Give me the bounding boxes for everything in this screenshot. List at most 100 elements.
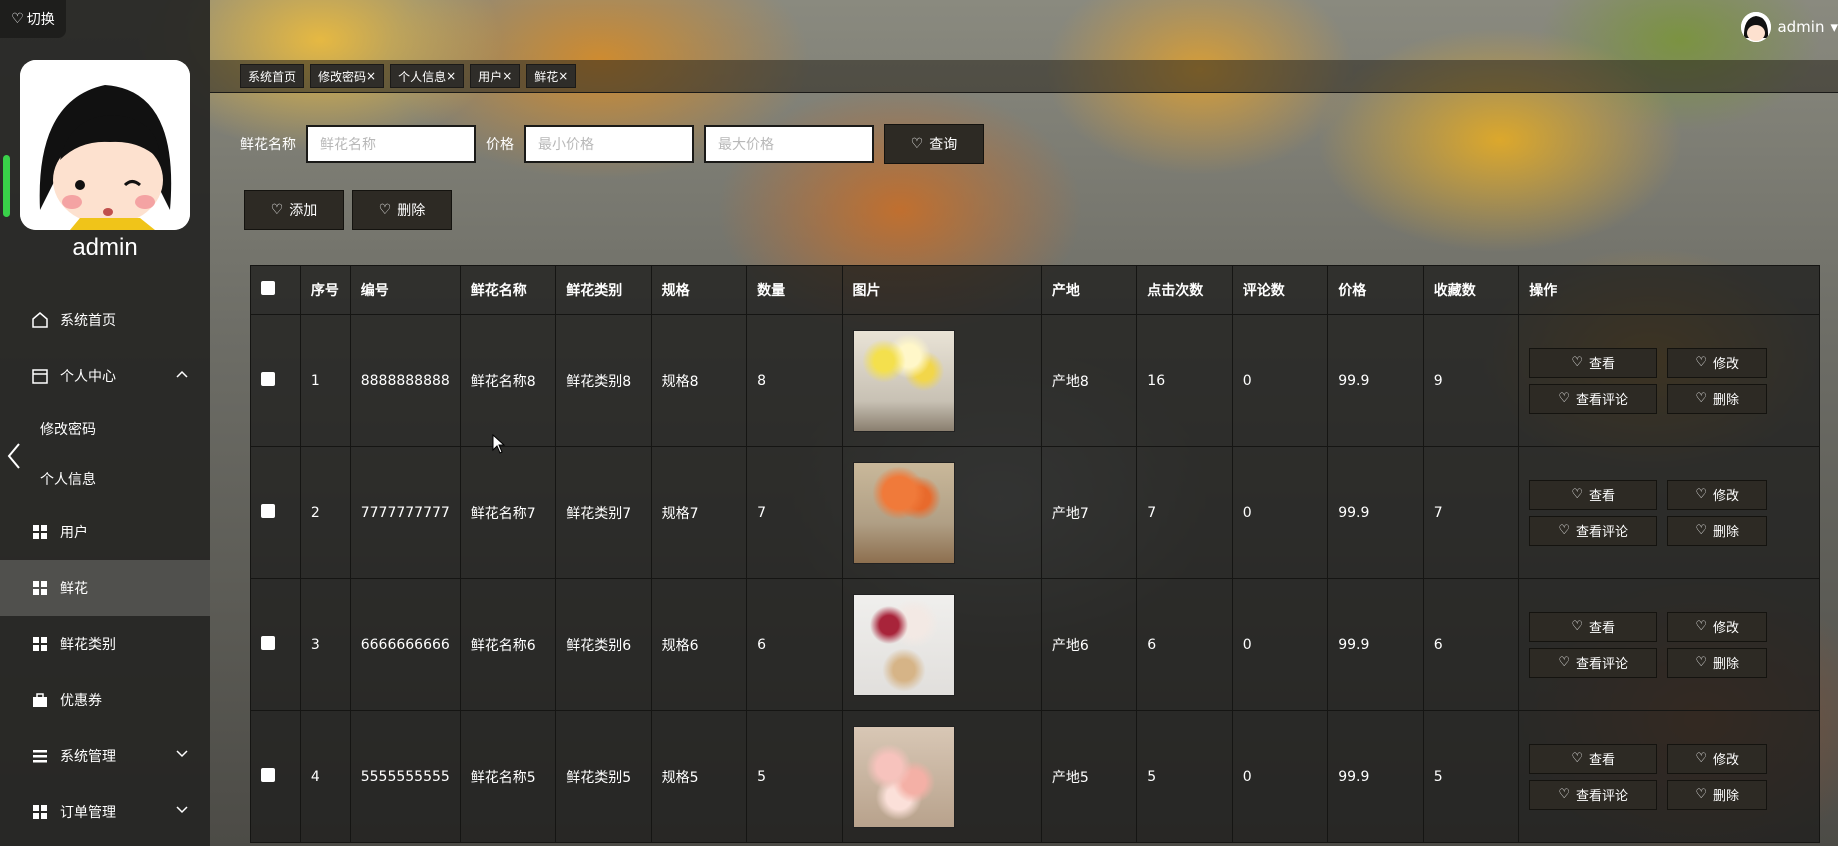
flower-image[interactable] (852, 329, 955, 432)
heart-icon: ♡ (1695, 487, 1708, 502)
sidebar-item-label: 个人中心 (60, 369, 116, 385)
chevron-down-icon (176, 746, 188, 762)
grid-icon (30, 578, 50, 598)
view-button[interactable]: ♡ 查看 (1529, 743, 1658, 774)
cell-actions: ♡ 查看 ♡ 修改 ♡ 查看评论 ♡ 删除 (1518, 446, 1820, 579)
cell-comments: 0 (1231, 446, 1329, 579)
heart-icon: ♡ (1571, 619, 1584, 634)
sidebar-item-label: 系统首页 (60, 313, 116, 329)
cell-name: 鲜花名称6 (459, 578, 557, 711)
select-all-cell[interactable] (250, 265, 301, 315)
sidebar-item-personal-center[interactable]: 个人中心 (0, 348, 210, 404)
view-comments-label: 查看评论 (1576, 393, 1629, 408)
sidebar-item-order-management[interactable]: 订单管理 (0, 784, 210, 840)
column-header: 收藏数 (1422, 265, 1520, 315)
chevron-down-icon (176, 802, 188, 818)
select-all-checkbox[interactable] (261, 281, 275, 295)
sidebar-item-system-management[interactable]: 系统管理 (0, 728, 210, 784)
briefcase-icon (30, 690, 50, 710)
view-button[interactable]: ♡ 查看 (1529, 347, 1658, 378)
search-bar: 鲜花名称 鲜花名称 价格 最小价格 最大价格 ♡ 查询 (240, 124, 984, 164)
view-comments-button[interactable]: ♡ 查看评论 (1529, 383, 1658, 414)
delete-label: 删除 (1713, 657, 1740, 672)
column-header: 鲜花类别 (555, 265, 652, 315)
close-icon[interactable]: × (558, 69, 568, 83)
user-name: admin (1777, 18, 1825, 36)
view-label: 查看 (1589, 621, 1616, 636)
column-header: 编号 (349, 265, 461, 315)
delete-button[interactable]: ♡ 删除 (352, 190, 452, 230)
tab-personal-info[interactable]: 个人信息 × (390, 64, 465, 88)
scroll-indicator[interactable] (3, 155, 10, 217)
sidebar-item-label: 鲜花 (60, 581, 88, 597)
sidebar-menu: 系统首页 个人中心 修改密码 个人信息 用户 鲜花 鲜花类别 优惠券 系统管理 … (0, 292, 210, 840)
row-delete-button[interactable]: ♡ 删除 (1667, 383, 1768, 414)
view-comments-label: 查看评论 (1576, 789, 1629, 804)
column-header: 规格 (650, 265, 748, 315)
row-delete-button[interactable]: ♡ 删除 (1667, 779, 1768, 810)
max-price-input[interactable]: 最大价格 (704, 125, 874, 163)
tab-users[interactable]: 用户 × (470, 64, 521, 88)
cell-code: 5555555555 (349, 710, 461, 843)
user-menu[interactable]: admin ▾ (1741, 12, 1838, 42)
flower-name-input[interactable]: 鲜花名称 (306, 125, 476, 163)
cell-spec: 规格6 (650, 578, 748, 711)
cell-actions: ♡ 查看 ♡ 修改 ♡ 查看评论 ♡ 删除 (1518, 314, 1820, 447)
close-icon[interactable]: × (366, 69, 376, 83)
cell-code: 7777777777 (349, 446, 461, 579)
view-comments-button[interactable]: ♡ 查看评论 (1529, 779, 1658, 810)
tab-home[interactable]: 系统首页 (240, 64, 305, 88)
edit-button[interactable]: ♡ 修改 (1667, 611, 1768, 642)
close-icon[interactable]: × (502, 69, 512, 83)
view-button[interactable]: ♡ 查看 (1529, 479, 1658, 510)
edit-button[interactable]: ♡ 修改 (1667, 479, 1768, 510)
row-checkbox[interactable] (261, 503, 275, 518)
mouse-cursor-icon (492, 433, 506, 458)
sidebar-item-label: 用户 (60, 525, 88, 541)
row-checkbox[interactable] (261, 767, 275, 782)
sidebar-item-flowers[interactable]: 鲜花 (0, 560, 210, 616)
edit-button[interactable]: ♡ 修改 (1667, 347, 1768, 378)
min-price-input[interactable]: 最小价格 (524, 125, 694, 163)
tab-label: 个人信息 (398, 69, 447, 84)
cell-price: 99.9 (1327, 446, 1424, 579)
add-button[interactable]: ♡ 添加 (244, 190, 344, 230)
flower-image[interactable] (852, 725, 955, 828)
sidebar-item-home[interactable]: 系统首页 (0, 292, 210, 348)
tab-label: 鲜花 (534, 69, 559, 84)
row-checkbox[interactable] (261, 371, 275, 386)
column-header: 点击次数 (1136, 265, 1233, 315)
avatar (20, 60, 190, 230)
switch-button[interactable]: ♡ 切换 (0, 0, 66, 38)
edit-button[interactable]: ♡ 修改 (1667, 743, 1768, 774)
delete-label: 删除 (397, 203, 426, 219)
query-button[interactable]: ♡ 查询 (884, 124, 984, 164)
view-button[interactable]: ♡ 查看 (1529, 611, 1658, 642)
row-delete-button[interactable]: ♡ 删除 (1667, 515, 1768, 546)
row-checkbox[interactable] (261, 635, 275, 650)
cell-spec: 规格7 (650, 446, 748, 579)
flower-image[interactable] (852, 461, 955, 564)
view-comments-button[interactable]: ♡ 查看评论 (1529, 647, 1658, 678)
heart-icon: ♡ (1695, 355, 1708, 370)
caret-down-icon: ▾ (1830, 18, 1838, 36)
sidebar-item-flower-category[interactable]: 鲜花类别 (0, 616, 210, 672)
cell-category: 鲜花类别8 (555, 314, 652, 447)
cell-favs: 9 (1422, 314, 1520, 447)
close-icon[interactable]: × (446, 69, 456, 83)
edit-label: 修改 (1713, 621, 1740, 636)
collapse-sidebar-icon[interactable] (6, 442, 22, 474)
view-comments-button[interactable]: ♡ 查看评论 (1529, 515, 1658, 546)
tab-change-password[interactable]: 修改密码 × (310, 64, 385, 88)
placeholder: 最小价格 (538, 137, 594, 153)
sidebar-item-users[interactable]: 用户 (0, 504, 210, 560)
row-delete-button[interactable]: ♡ 删除 (1667, 647, 1768, 678)
sidebar-subitem-personal-info[interactable]: 个人信息 (0, 454, 210, 504)
tab-flowers[interactable]: 鲜花 × (526, 64, 577, 88)
sidebar-item-coupons[interactable]: 优惠券 (0, 672, 210, 728)
sidebar-subitem-change-password[interactable]: 修改密码 (0, 404, 210, 454)
cell-clicks: 6 (1136, 578, 1233, 711)
heart-icon: ♡ (1695, 787, 1708, 802)
heart-icon: ♡ (1558, 787, 1571, 802)
flower-image[interactable] (852, 593, 955, 696)
